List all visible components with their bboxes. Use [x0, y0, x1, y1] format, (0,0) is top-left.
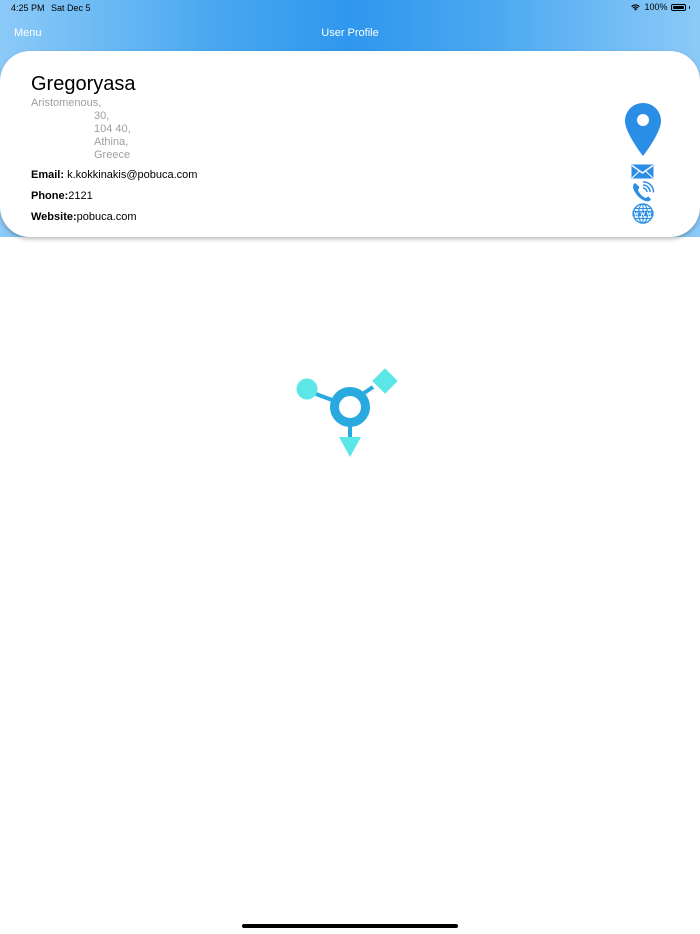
status-indicators: 100% [630, 2, 690, 12]
email-value[interactable]: k.kokkinakis@pobuca.com [64, 169, 197, 181]
phone-row: Phone:2121 [31, 190, 93, 202]
phone-value[interactable]: 2121 [68, 190, 92, 202]
page-title: User Profile [321, 27, 379, 39]
address-number: 30, [94, 110, 110, 122]
battery-percent: 100% [644, 2, 668, 12]
home-indicator[interactable] [242, 924, 458, 928]
profile-name: Gregoryasa [31, 73, 136, 95]
menu-button[interactable]: Menu [14, 27, 42, 39]
email-row: Email: k.kokkinakis@pobuca.com [31, 169, 197, 181]
website-value[interactable]: pobuca.com [77, 211, 137, 223]
globe-www-icon[interactable] [632, 203, 654, 224]
address-lines: 30, 104 40, Athina, Greece [94, 110, 131, 162]
wifi-icon [631, 4, 641, 11]
website-label: Website: [31, 211, 77, 223]
status-time: 4:25 PM [11, 3, 45, 13]
phone-label: Phone: [31, 190, 69, 202]
status-date: Sat Dec 5 [51, 3, 91, 13]
email-label: Email: [31, 169, 65, 181]
profile-card: Gregoryasa Aristomenous, 30, 104 40, Ath… [0, 51, 700, 237]
battery-icon [670, 3, 686, 11]
address-street: Aristomenous, [31, 97, 102, 109]
location-pin-icon[interactable] [624, 102, 662, 157]
battery-level [672, 5, 684, 9]
address-country: Greece [94, 149, 131, 161]
battery-tip [688, 5, 690, 9]
mail-icon[interactable] [631, 164, 654, 179]
phone-icon[interactable] [631, 181, 655, 203]
status-bar: 4:25 PM Sat Dec 5 100% [0, 0, 700, 18]
loading-spinner-icon [296, 368, 398, 457]
address-city: Athina, [94, 136, 129, 148]
address-postal-code: 104 40, [94, 123, 131, 135]
website-row: Website:pobuca.com [31, 211, 137, 223]
